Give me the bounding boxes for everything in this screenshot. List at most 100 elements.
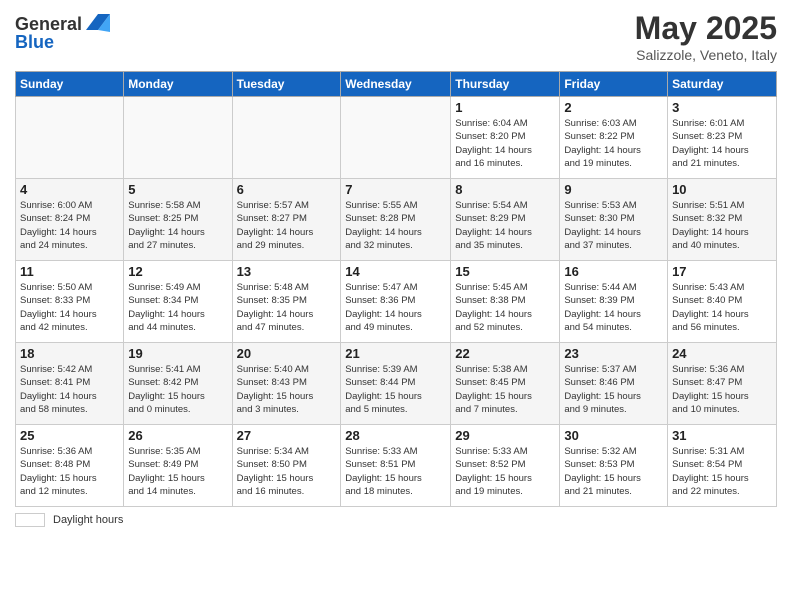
- day-info: Sunrise: 5:51 AM Sunset: 8:32 PM Dayligh…: [672, 199, 772, 252]
- day-number: 12: [128, 264, 227, 279]
- calendar-header-row: Sunday Monday Tuesday Wednesday Thursday…: [16, 72, 777, 97]
- calendar-week-4: 18 Sunrise: 5:42 AM Sunset: 8:41 PM Dayli…: [16, 343, 777, 425]
- day-info: Sunrise: 5:53 AM Sunset: 8:30 PM Dayligh…: [564, 199, 663, 252]
- day-info: Sunrise: 6:00 AM Sunset: 8:24 PM Dayligh…: [20, 199, 119, 252]
- day-number: 29: [455, 428, 555, 443]
- calendar-week-3: 11 Sunrise: 5:50 AM Sunset: 8:33 PM Dayli…: [16, 261, 777, 343]
- day-number: 7: [345, 182, 446, 197]
- day-number: 26: [128, 428, 227, 443]
- table-row: [124, 97, 232, 179]
- table-row: 18 Sunrise: 5:42 AM Sunset: 8:41 PM Dayli…: [16, 343, 124, 425]
- day-number: 27: [237, 428, 337, 443]
- calendar-week-1: 1Sunrise: 6:04 AM Sunset: 8:20 PM Daylig…: [16, 97, 777, 179]
- day-number: 14: [345, 264, 446, 279]
- table-row: 5 Sunrise: 5:58 AM Sunset: 8:25 PM Daylig…: [124, 179, 232, 261]
- calendar-subtitle: Salizzole, Veneto, Italy: [635, 47, 777, 63]
- day-info: Sunrise: 5:33 AM Sunset: 8:51 PM Dayligh…: [345, 445, 446, 498]
- day-info: Sunrise: 5:57 AM Sunset: 8:27 PM Dayligh…: [237, 199, 337, 252]
- title-block: May 2025 Salizzole, Veneto, Italy: [635, 10, 777, 63]
- table-row: 9 Sunrise: 5:53 AM Sunset: 8:30 PM Daylig…: [560, 179, 668, 261]
- table-row: 31 Sunrise: 5:31 AM Sunset: 8:54 PM Dayli…: [668, 425, 777, 507]
- day-number: 18: [20, 346, 119, 361]
- day-info: Sunrise: 5:33 AM Sunset: 8:52 PM Dayligh…: [455, 445, 555, 498]
- day-info: Sunrise: 5:35 AM Sunset: 8:49 PM Dayligh…: [128, 445, 227, 498]
- day-number: 16: [564, 264, 663, 279]
- day-number: 9: [564, 182, 663, 197]
- day-info: Sunrise: 5:45 AM Sunset: 8:38 PM Dayligh…: [455, 281, 555, 334]
- day-info: Sunrise: 5:32 AM Sunset: 8:53 PM Dayligh…: [564, 445, 663, 498]
- table-row: 26 Sunrise: 5:35 AM Sunset: 8:49 PM Dayli…: [124, 425, 232, 507]
- table-row: 16 Sunrise: 5:44 AM Sunset: 8:39 PM Dayli…: [560, 261, 668, 343]
- day-number: 5: [128, 182, 227, 197]
- page: General Blue May 2025 Salizzole, Veneto,…: [0, 0, 792, 612]
- table-row: 25Sunrise: 5:36 AM Sunset: 8:48 PM Dayli…: [16, 425, 124, 507]
- table-row: 3Sunrise: 6:01 AM Sunset: 8:23 PM Daylig…: [668, 97, 777, 179]
- day-number: 6: [237, 182, 337, 197]
- day-info: Sunrise: 5:58 AM Sunset: 8:25 PM Dayligh…: [128, 199, 227, 252]
- logo-icon: [84, 10, 112, 38]
- table-row: 29 Sunrise: 5:33 AM Sunset: 8:52 PM Dayli…: [451, 425, 560, 507]
- table-row: [232, 97, 341, 179]
- day-info: Sunrise: 5:49 AM Sunset: 8:34 PM Dayligh…: [128, 281, 227, 334]
- table-row: 21Sunrise: 5:39 AM Sunset: 8:44 PM Dayli…: [341, 343, 451, 425]
- day-info: Sunrise: 5:41 AM Sunset: 8:42 PM Dayligh…: [128, 363, 227, 416]
- calendar-title: May 2025: [635, 10, 777, 47]
- table-row: 27 Sunrise: 5:34 AM Sunset: 8:50 PM Dayli…: [232, 425, 341, 507]
- table-row: [341, 97, 451, 179]
- day-number: 17: [672, 264, 772, 279]
- calendar-week-2: 4 Sunrise: 6:00 AM Sunset: 8:24 PM Daylig…: [16, 179, 777, 261]
- day-info: Sunrise: 5:34 AM Sunset: 8:50 PM Dayligh…: [237, 445, 337, 498]
- day-number: 24: [672, 346, 772, 361]
- day-info: Sunrise: 5:50 AM Sunset: 8:33 PM Dayligh…: [20, 281, 119, 334]
- day-number: 25: [20, 428, 119, 443]
- table-row: 23Sunrise: 5:37 AM Sunset: 8:46 PM Dayli…: [560, 343, 668, 425]
- table-row: 2Sunrise: 6:03 AM Sunset: 8:22 PM Daylig…: [560, 97, 668, 179]
- table-row: 14 Sunrise: 5:47 AM Sunset: 8:36 PM Dayli…: [341, 261, 451, 343]
- day-number: 30: [564, 428, 663, 443]
- day-info: Sunrise: 6:01 AM Sunset: 8:23 PM Dayligh…: [672, 117, 772, 170]
- day-info: Sunrise: 5:43 AM Sunset: 8:40 PM Dayligh…: [672, 281, 772, 334]
- col-sunday: Sunday: [16, 72, 124, 97]
- table-row: 7Sunrise: 5:55 AM Sunset: 8:28 PM Daylig…: [341, 179, 451, 261]
- day-info: Sunrise: 5:31 AM Sunset: 8:54 PM Dayligh…: [672, 445, 772, 498]
- day-info: Sunrise: 5:47 AM Sunset: 8:36 PM Dayligh…: [345, 281, 446, 334]
- col-thursday: Thursday: [451, 72, 560, 97]
- table-row: 10 Sunrise: 5:51 AM Sunset: 8:32 PM Dayli…: [668, 179, 777, 261]
- day-info: Sunrise: 5:44 AM Sunset: 8:39 PM Dayligh…: [564, 281, 663, 334]
- day-info: Sunrise: 5:42 AM Sunset: 8:41 PM Dayligh…: [20, 363, 119, 416]
- table-row: 17 Sunrise: 5:43 AM Sunset: 8:40 PM Dayli…: [668, 261, 777, 343]
- header: General Blue May 2025 Salizzole, Veneto,…: [15, 10, 777, 63]
- day-number: 20: [237, 346, 337, 361]
- calendar-table: Sunday Monday Tuesday Wednesday Thursday…: [15, 71, 777, 507]
- day-number: 19: [128, 346, 227, 361]
- table-row: 28Sunrise: 5:33 AM Sunset: 8:51 PM Dayli…: [341, 425, 451, 507]
- table-row: 19 Sunrise: 5:41 AM Sunset: 8:42 PM Dayli…: [124, 343, 232, 425]
- table-row: 4 Sunrise: 6:00 AM Sunset: 8:24 PM Daylig…: [16, 179, 124, 261]
- table-row: 15Sunrise: 5:45 AM Sunset: 8:38 PM Dayli…: [451, 261, 560, 343]
- day-info: Sunrise: 5:37 AM Sunset: 8:46 PM Dayligh…: [564, 363, 663, 416]
- table-row: 20Sunrise: 5:40 AM Sunset: 8:43 PM Dayli…: [232, 343, 341, 425]
- table-row: 12 Sunrise: 5:49 AM Sunset: 8:34 PM Dayli…: [124, 261, 232, 343]
- day-number: 13: [237, 264, 337, 279]
- day-number: 10: [672, 182, 772, 197]
- col-friday: Friday: [560, 72, 668, 97]
- day-number: 11: [20, 264, 119, 279]
- day-number: 2: [564, 100, 663, 115]
- col-tuesday: Tuesday: [232, 72, 341, 97]
- table-row: 11 Sunrise: 5:50 AM Sunset: 8:33 PM Dayli…: [16, 261, 124, 343]
- logo: General Blue: [15, 10, 112, 53]
- table-row: 30 Sunrise: 5:32 AM Sunset: 8:53 PM Dayli…: [560, 425, 668, 507]
- table-row: 6 Sunrise: 5:57 AM Sunset: 8:27 PM Daylig…: [232, 179, 341, 261]
- day-number: 31: [672, 428, 772, 443]
- col-wednesday: Wednesday: [341, 72, 451, 97]
- table-row: 24Sunrise: 5:36 AM Sunset: 8:47 PM Dayli…: [668, 343, 777, 425]
- day-info: Sunrise: 5:48 AM Sunset: 8:35 PM Dayligh…: [237, 281, 337, 334]
- calendar-week-5: 25Sunrise: 5:36 AM Sunset: 8:48 PM Dayli…: [16, 425, 777, 507]
- day-number: 1: [455, 100, 555, 115]
- day-number: 4: [20, 182, 119, 197]
- day-number: 21: [345, 346, 446, 361]
- day-number: 8: [455, 182, 555, 197]
- table-row: [16, 97, 124, 179]
- table-row: 13 Sunrise: 5:48 AM Sunset: 8:35 PM Dayli…: [232, 261, 341, 343]
- daylight-label: Daylight hours: [53, 514, 123, 526]
